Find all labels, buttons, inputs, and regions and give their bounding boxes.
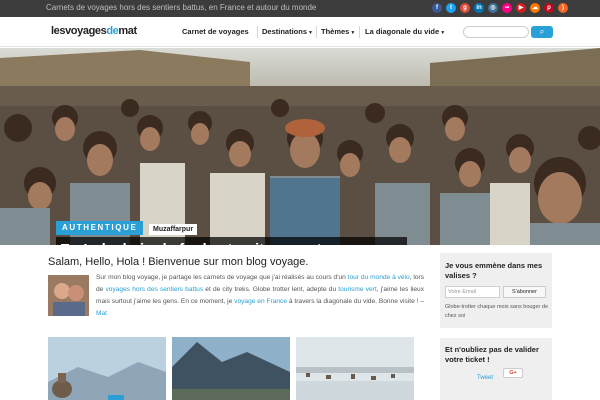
nav-divider <box>359 26 360 38</box>
nav-label: Destinations <box>262 27 308 36</box>
hero-photo <box>0 48 600 245</box>
nav-item-destinations[interactable]: Destinations▼ <box>262 27 313 36</box>
chevron-down-icon: ▼ <box>308 30 313 36</box>
instagram-icon[interactable]: ◎ <box>488 3 498 13</box>
search-input[interactable] <box>463 26 529 38</box>
link-mat[interactable]: Mat <box>96 310 107 317</box>
nav-item-themes[interactable]: Thèmes▼ <box>321 27 355 36</box>
search-icon: ⌕ <box>539 27 545 36</box>
flickr-icon[interactable]: •• <box>502 3 512 13</box>
nav-label: Thèmes <box>321 27 350 36</box>
subscribe-button[interactable]: S'abonner <box>503 286 546 298</box>
welcome-heading: Salam, Hello, Hola ! Bienvenue sur mon b… <box>48 256 309 268</box>
hero-title[interactable]: En Inde, bain de foule et nuit au poste <box>56 237 407 245</box>
intro-text-part: et de city treks. Globe trotter lent, ad… <box>203 286 339 293</box>
newsletter-text: Globe-trotter chaque mois sans bouger de… <box>445 304 549 319</box>
link-tourisme-vert[interactable]: tourisme vert <box>338 286 376 293</box>
site-tagline: Carnets de voyages hors des sentiers bat… <box>46 3 317 12</box>
tweet-button[interactable]: Tweet <box>477 375 493 381</box>
nav-divider <box>316 26 317 38</box>
share-title: Et n'oubliez pas de valider votre ticket… <box>445 345 539 364</box>
category-badge[interactable]: AUTHENTIQUE <box>56 221 144 235</box>
facebook-icon[interactable]: f <box>432 3 442 13</box>
article-thumbnail[interactable] <box>296 337 414 400</box>
intro-text-part: Sur mon blog voyage, je partage les carn… <box>96 274 348 281</box>
chevron-down-icon: ▼ <box>440 30 446 36</box>
soundcloud-icon[interactable]: ☁ <box>530 3 540 13</box>
youtube-icon[interactable]: ▶ <box>516 3 526 13</box>
nav-divider <box>257 26 258 38</box>
linkedin-icon[interactable]: in <box>474 3 484 13</box>
chevron-down-icon: ▼ <box>350 30 356 36</box>
share-widget: Et n'oubliez pas de valider votre ticket… <box>440 338 552 400</box>
email-field[interactable]: Votre Email <box>445 286 500 298</box>
top-bar: Carnets de voyages hors des sentiers bat… <box>0 0 600 17</box>
nav-label: Carnet de voyages <box>182 27 249 36</box>
site-logo[interactable]: lesvoyagesdemat <box>51 25 137 37</box>
link-voyage-france[interactable]: voyage en France <box>234 298 287 305</box>
article-thumbnail[interactable] <box>172 337 290 400</box>
twitter-icon[interactable]: t <box>446 3 456 13</box>
location-badge[interactable]: Muzaffarpur <box>149 224 198 235</box>
hero-banner[interactable]: AUTHENTIQUE Muzaffarpur En Inde, bain de… <box>0 48 600 245</box>
logo-text-2: de <box>106 25 119 37</box>
rss-icon[interactable]: ) <box>558 3 568 13</box>
avatar <box>48 275 89 316</box>
pinterest-icon[interactable]: p <box>544 3 554 13</box>
intro-text: Sur mon blog voyage, je partage les carn… <box>96 272 424 320</box>
article-thumbnail[interactable] <box>48 337 166 400</box>
nav-label: La diagonale du vide <box>365 27 440 36</box>
newsletter-widget: Je vous emmène dans mes valises ? Votre … <box>440 253 552 328</box>
newsletter-title: Je vous emmène dans mes valises ? <box>445 261 543 280</box>
link-tour-du-monde[interactable]: tour du monde à vélo <box>348 274 410 281</box>
google-plus-icon[interactable]: g <box>460 3 470 13</box>
nav-item-diagonale[interactable]: La diagonale du vide▼ <box>365 27 445 36</box>
logo-text-1: lesvoyages <box>51 25 107 37</box>
google-plus-button[interactable]: G+ <box>503 368 523 378</box>
link-sentiers-battus[interactable]: voyages hors des sentiers battus <box>105 286 203 293</box>
intro-text-part: à travers la diagonale du vide. Bonne vi… <box>287 298 424 305</box>
nav-item-carnet[interactable]: Carnet de voyages <box>182 27 249 36</box>
logo-text-3: mat <box>118 25 137 37</box>
search-button[interactable]: ⌕ <box>531 26 553 38</box>
